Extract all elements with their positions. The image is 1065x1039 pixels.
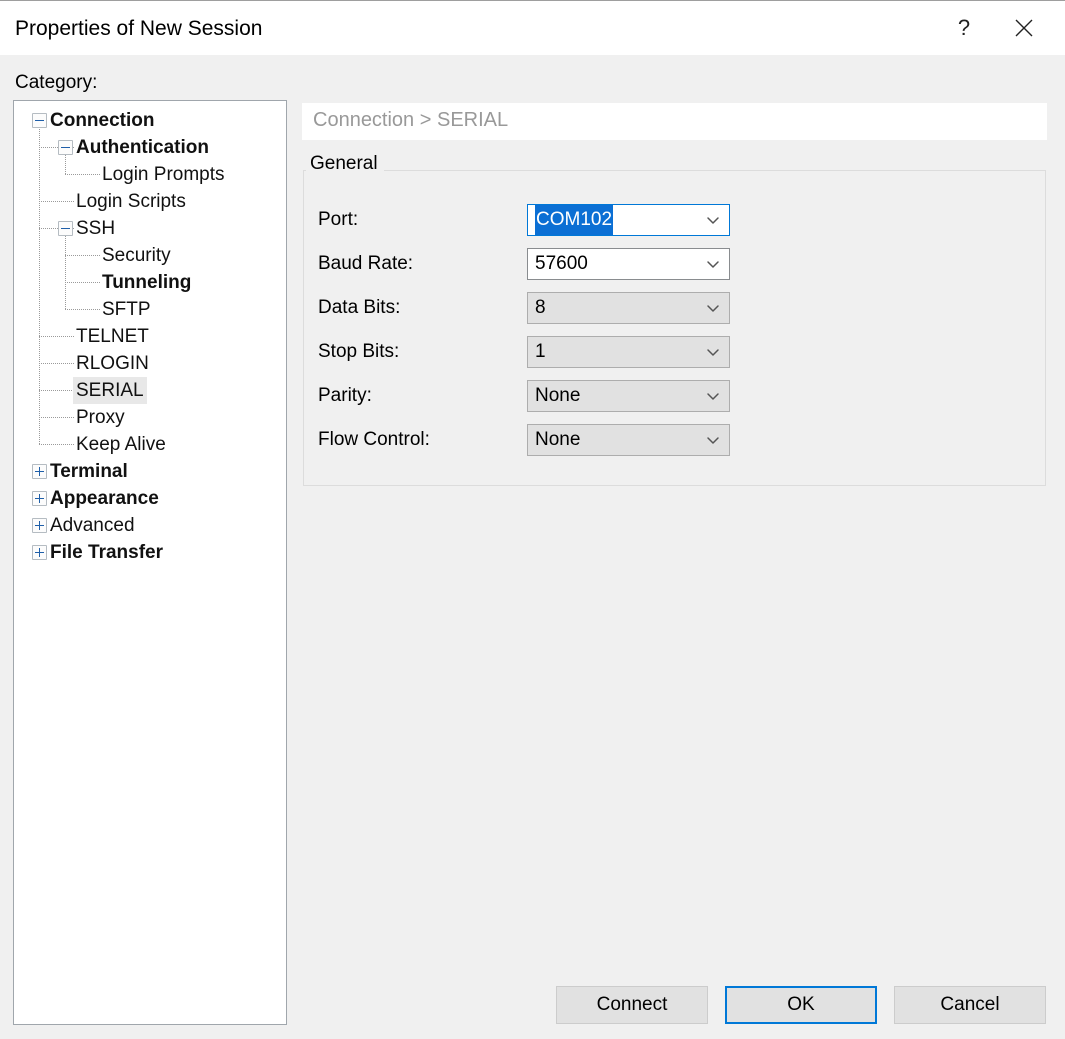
tree-guide-line [65,174,100,176]
sidebar-item-authentication[interactable]: Authentication [14,134,286,161]
ok-button[interactable]: OK [725,986,877,1024]
cancel-button[interactable]: Cancel [894,986,1046,1024]
data-bits-combobox[interactable]: 8 [527,292,730,324]
chevron-down-icon[interactable] [705,425,721,455]
port-label: Port: [318,209,359,230]
tree-guide-line [39,390,74,392]
sidebar-item-security[interactable]: Security [14,242,286,269]
sidebar-item-label: File Transfer [50,542,163,563]
sidebar-item-label: RLOGIN [76,353,149,374]
tree-guide-line [65,309,100,311]
sidebar-item-label: Proxy [76,407,125,428]
sidebar-item-label: SSH [76,218,116,239]
sidebar-item-login-prompts[interactable]: Login Prompts [14,161,286,188]
general-groupbox-title: General [306,153,384,175]
dialog-body: Category: Connection Authentication Login … [0,55,1065,1039]
sidebar-item-sftp[interactable]: SFTP [14,296,286,323]
category-label: Category: [15,72,98,93]
data-bits-value: 8 [535,297,546,318]
sidebar-item-label: Terminal [50,461,128,482]
sidebar-item-label: Connection [50,110,155,131]
help-icon[interactable]: ? [937,1,991,55]
expand-icon[interactable] [32,518,47,533]
tree-guide-line [39,417,74,419]
stop-bits-label: Stop Bits: [318,341,400,362]
sidebar-item-label: Advanced [50,515,135,536]
sidebar-item-label: Login Scripts [76,191,186,212]
collapse-icon[interactable] [32,113,47,128]
stop-bits-combobox[interactable]: 1 [527,336,730,368]
sidebar-item-label: Authentication [76,137,209,158]
sidebar-item-label: Tunneling [102,272,192,293]
sidebar-item-proxy[interactable]: Proxy [14,404,286,431]
sidebar-item-connection[interactable]: Connection [14,107,286,134]
baud-rate-combobox[interactable]: 57600 [527,248,730,280]
baud-rate-label: Baud Rate: [318,253,414,274]
sidebar-item-label: Keep Alive [76,434,166,455]
parity-combobox[interactable]: None [527,380,730,412]
parity-label: Parity: [318,385,372,406]
close-icon[interactable] [997,1,1051,55]
sidebar-item-login-scripts[interactable]: Login Scripts [14,188,286,215]
tree-guide-line [39,201,74,203]
breadcrumb-text: Connection > SERIAL [313,109,509,131]
port-combobox[interactable]: COM102 [527,204,730,236]
window-title: Properties of New Session [15,17,263,40]
data-bits-label: Data Bits: [318,297,401,318]
expand-icon[interactable] [32,545,47,560]
sidebar-item-appearance[interactable]: Appearance [14,485,286,512]
sidebar-item-keep-alive[interactable]: Keep Alive [14,431,286,458]
sidebar-item-label: SERIAL [73,377,147,404]
sidebar-item-telnet[interactable]: TELNET [14,323,286,350]
breadcrumb: Connection > SERIAL [302,103,1047,140]
window-title-bar: Properties of New Session ? [0,0,1065,55]
baud-rate-value: 57600 [535,253,588,274]
collapse-icon[interactable] [58,140,73,155]
tree-guide-line [39,444,74,446]
flow-control-combobox[interactable]: None [527,424,730,456]
expand-icon[interactable] [32,491,47,506]
sidebar-item-label: Appearance [50,488,159,509]
sidebar-item-label: TELNET [76,326,149,347]
tree-guide-line [65,282,100,284]
tree-guide-line [39,363,74,365]
sidebar-item-label: SFTP [102,299,151,320]
chevron-down-icon[interactable] [705,249,721,279]
connect-button[interactable]: Connect [556,986,708,1024]
sidebar-item-tunneling[interactable]: Tunneling [14,269,286,296]
parity-value: None [535,385,581,406]
sidebar-item-advanced[interactable]: Advanced [14,512,286,539]
collapse-icon[interactable] [58,221,73,236]
flow-control-value: None [535,429,581,450]
sidebar-item-rlogin[interactable]: RLOGIN [14,350,286,377]
tree-guide-line [65,255,100,257]
sidebar-item-serial[interactable]: SERIAL [14,377,286,404]
expand-icon[interactable] [32,464,47,479]
sidebar-item-file-transfer[interactable]: File Transfer [14,539,286,566]
sidebar-item-ssh[interactable]: SSH [14,215,286,242]
port-value: COM102 [535,205,614,235]
chevron-down-icon[interactable] [705,337,721,367]
chevron-down-icon[interactable] [705,293,721,323]
chevron-down-icon[interactable] [705,205,721,235]
category-tree[interactable]: Connection Authentication Login Prompts Log… [13,100,287,1025]
chevron-down-icon[interactable] [705,381,721,411]
flow-control-label: Flow Control: [318,429,430,450]
sidebar-item-label: Login Prompts [102,164,225,185]
stop-bits-value: 1 [535,341,546,362]
tree-guide-line [39,336,74,338]
sidebar-item-terminal[interactable]: Terminal [14,458,286,485]
sidebar-item-label: Security [102,245,171,266]
